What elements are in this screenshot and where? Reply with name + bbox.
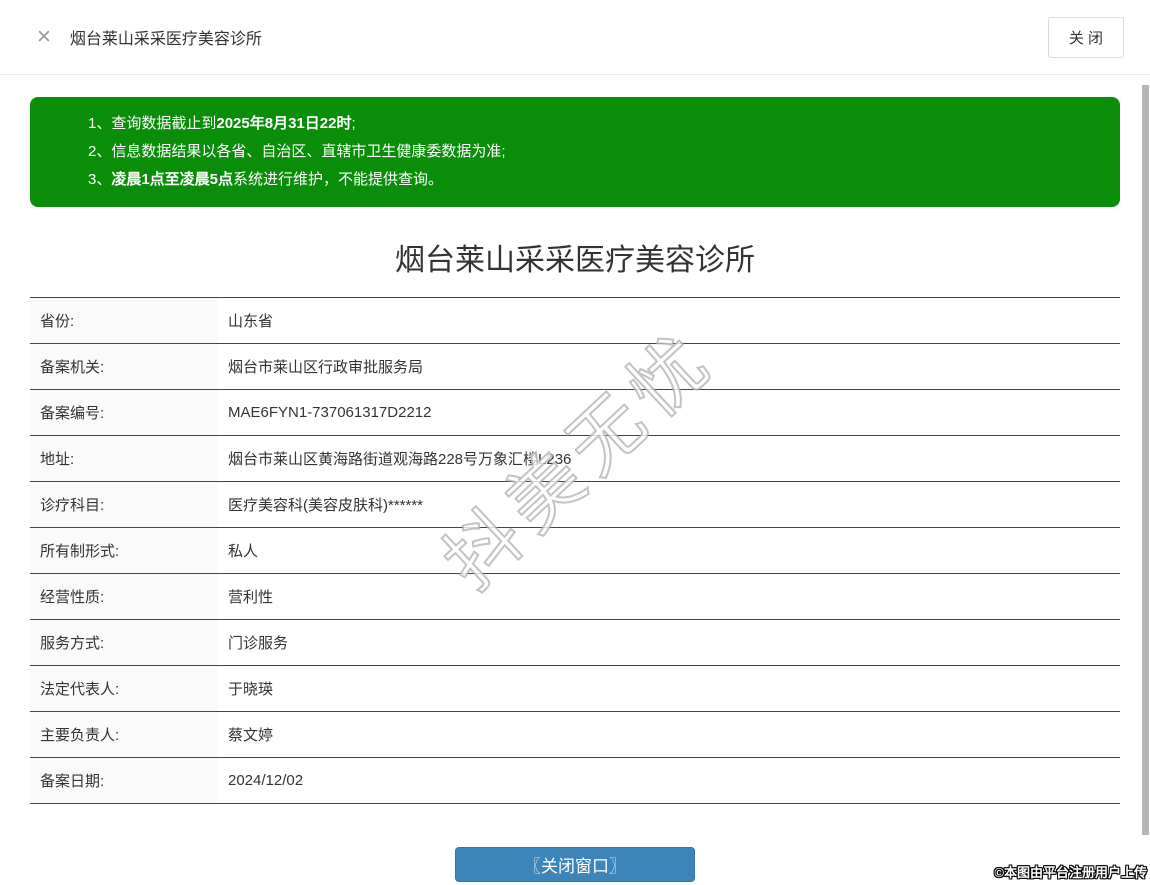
content: 1、查询数据截止到2025年8月31日22时; 2、信息数据结果以各省、自治区、… <box>0 75 1150 882</box>
table-row-filing-date: 备案日期: 2024/12/02 <box>30 758 1120 804</box>
row-label: 省份: <box>30 298 218 343</box>
row-value: 私人 <box>228 543 259 560</box>
row-value: 医疗美容科(美容皮肤科)****** <box>228 497 424 514</box>
notice-banner: 1、查询数据截止到2025年8月31日22时; 2、信息数据结果以各省、自治区、… <box>30 97 1120 207</box>
row-label: 备案编号: <box>30 390 218 435</box>
scrollbar-thumb[interactable] <box>1142 85 1149 835</box>
notice-prefix: 3、 <box>88 171 112 188</box>
row-value: 营利性 <box>228 589 274 606</box>
row-label: 主要负责人: <box>30 712 218 757</box>
clinic-name-title: 烟台莱山采采医疗美容诊所 <box>395 244 755 277</box>
row-label: 服务方式: <box>30 620 218 665</box>
close-window-button[interactable]: 〖关闭窗口〗 <box>455 847 695 882</box>
row-value: 烟台市莱山区行政审批服务局 <box>228 359 424 376</box>
scrollbar[interactable] <box>1141 78 1150 885</box>
table-row-address: 地址: 烟台市莱山区黄海路街道观海路228号万象汇楼L236 <box>30 436 1120 482</box>
topbar: ✕ 烟台莱山采采医疗美容诊所 关 闭 <box>0 0 1150 75</box>
notice-bold-text: 凌晨1点至凌晨5点 <box>111 171 234 188</box>
row-value: 门诊服务 <box>228 635 289 652</box>
notice-text: 查询数据截止到 <box>111 115 217 132</box>
row-value: 于晓瑛 <box>228 681 274 698</box>
row-value: 烟台市莱山区黄海路街道观海路228号万象汇楼L236 <box>228 451 572 468</box>
table-row-main-person-in-charge: 主要负责人: 蔡文婷 <box>30 712 1120 758</box>
table-row-business-nature: 经营性质: 营利性 <box>30 574 1120 620</box>
table-row-service-mode: 服务方式: 门诊服务 <box>30 620 1120 666</box>
notice-item-3: 3、凌晨1点至凌晨5点系统进行维护，不能提供查询。 <box>88 166 1100 194</box>
close-x-icon[interactable]: ✕ <box>36 28 52 47</box>
row-label: 诊疗科目: <box>30 482 218 527</box>
row-label: 备案机关: <box>30 344 218 389</box>
row-label: 所有制形式: <box>30 528 218 573</box>
topbar-title: 烟台莱山采采医疗美容诊所 <box>69 31 262 48</box>
row-value: 蔡文婷 <box>228 727 274 744</box>
row-label: 备案日期: <box>30 758 218 803</box>
row-label: 经营性质: <box>30 574 218 619</box>
info-table: 省份: 山东省 备案机关: 烟台市莱山区行政审批服务局 备案编号: MAE6FY… <box>30 297 1120 804</box>
row-value: 2024/12/02 <box>228 772 304 789</box>
table-row-province: 省份: 山东省 <box>30 298 1120 344</box>
footer: 〖关闭窗口〗 <box>30 847 1120 882</box>
notice-text: ; <box>351 115 356 132</box>
row-label: 法定代表人: <box>30 666 218 711</box>
notice-item-2: 2、信息数据结果以各省、自治区、直辖市卫生健康委数据为准; <box>88 138 1100 166</box>
table-row-treatment-subjects: 诊疗科目: 医疗美容科(美容皮肤科)****** <box>30 482 1120 528</box>
notice-bold-text: 2025年8月31日22时 <box>216 115 352 132</box>
notice-text: 信息数据结果以各省、自治区、直辖市卫生健康委数据为准; <box>111 143 506 160</box>
row-label: 地址: <box>30 436 218 481</box>
notice-text: 系统进行维护，不能提供查询。 <box>233 171 444 188</box>
notice-prefix: 1、 <box>88 115 112 132</box>
row-value: MAE6FYN1-737061317D2212 <box>228 404 432 421</box>
row-value: 山东省 <box>228 313 274 330</box>
clinic-registration-page: ✕ 烟台莱山采采医疗美容诊所 关 闭 1、查询数据截止到2025年8月31日22… <box>0 0 1150 882</box>
notice-item-1: 1、查询数据截止到2025年8月31日22时; <box>88 110 1100 138</box>
table-row-ownership-form: 所有制形式: 私人 <box>30 528 1120 574</box>
close-button[interactable]: 关 闭 <box>1047 16 1124 58</box>
table-row-filing-authority: 备案机关: 烟台市莱山区行政审批服务局 <box>30 344 1120 390</box>
table-row-legal-representative: 法定代表人: 于晓瑛 <box>30 666 1120 712</box>
table-row-filing-number: 备案编号: MAE6FYN1-737061317D2212 <box>30 390 1120 436</box>
notice-prefix: 2、 <box>88 143 112 160</box>
